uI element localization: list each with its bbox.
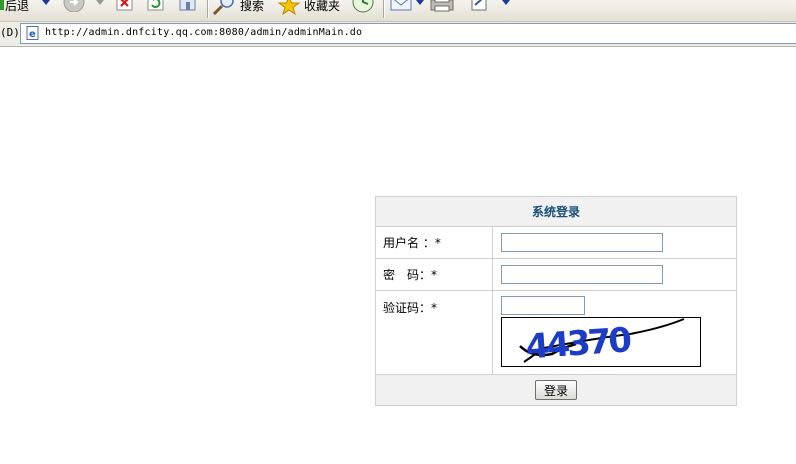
search-label: 搜索 [240, 0, 265, 13]
mail-icon[interactable] [390, 0, 414, 12]
captcha-label: 验证码：* [375, 290, 493, 375]
favorites-button[interactable]: 收藏夹 [278, 0, 340, 16]
svg-text:e: e [29, 29, 36, 40]
browser-toolbar: 后退 搜索 收藏夹 [0, 0, 796, 22]
address-label: (D) [0, 26, 20, 39]
captcha-row: 验证码：* 44370 [375, 290, 737, 375]
star-icon [278, 0, 300, 15]
stop-icon[interactable] [116, 0, 134, 12]
username-cell [492, 226, 737, 259]
captcha-cell: 44370 [492, 290, 737, 375]
refresh-icon[interactable] [147, 0, 165, 12]
address-bar: (D) e http://admin.dnfcity.qq.com:8080/a… [0, 22, 796, 47]
search-button[interactable]: 搜索 [211, 0, 264, 16]
password-row: 密 码：* [375, 258, 737, 291]
password-label: 密 码：* [375, 258, 493, 291]
edit-dropdown-icon[interactable] [502, 0, 510, 5]
back-label: 后退 [5, 0, 30, 13]
captcha-text: 44370 [524, 320, 632, 367]
history-icon[interactable] [350, 0, 376, 14]
back-button[interactable]: 后退 [0, 0, 29, 16]
address-input[interactable]: e http://admin.dnfcity.qq.com:8080/admin… [20, 23, 796, 44]
address-url: http://admin.dnfcity.qq.com:8080/admin/a… [45, 27, 363, 38]
username-row: 用户名 ：* [375, 226, 737, 259]
toolbar-separator [207, 0, 208, 18]
password-input[interactable] [501, 265, 663, 284]
username-input[interactable] [501, 233, 663, 252]
back-dropdown-icon[interactable] [42, 0, 50, 5]
toolbar-separator [383, 0, 384, 18]
login-button[interactable]: 登录 [534, 380, 577, 400]
page-icon: e [26, 26, 39, 40]
username-label: 用户名 ：* [375, 226, 493, 259]
login-title: 系统登录 [375, 196, 737, 227]
submit-cell: 登录 [375, 374, 737, 406]
forward-dropdown-icon[interactable] [96, 0, 104, 5]
print-icon[interactable] [428, 0, 456, 13]
mail-dropdown-icon[interactable] [416, 0, 424, 5]
favorites-label: 收藏夹 [304, 0, 341, 13]
back-icon [0, 0, 4, 10]
captcha-image[interactable]: 44370 [501, 317, 701, 367]
home-icon[interactable] [177, 0, 199, 12]
edit-icon[interactable] [470, 0, 490, 12]
forward-icon[interactable] [62, 0, 86, 12]
password-cell [492, 258, 737, 291]
search-icon [212, 0, 234, 15]
captcha-input[interactable] [501, 296, 585, 315]
login-form: 系统登录 用户名 ：* 密 码：* 验证码：* 44370 登录 [375, 196, 737, 406]
